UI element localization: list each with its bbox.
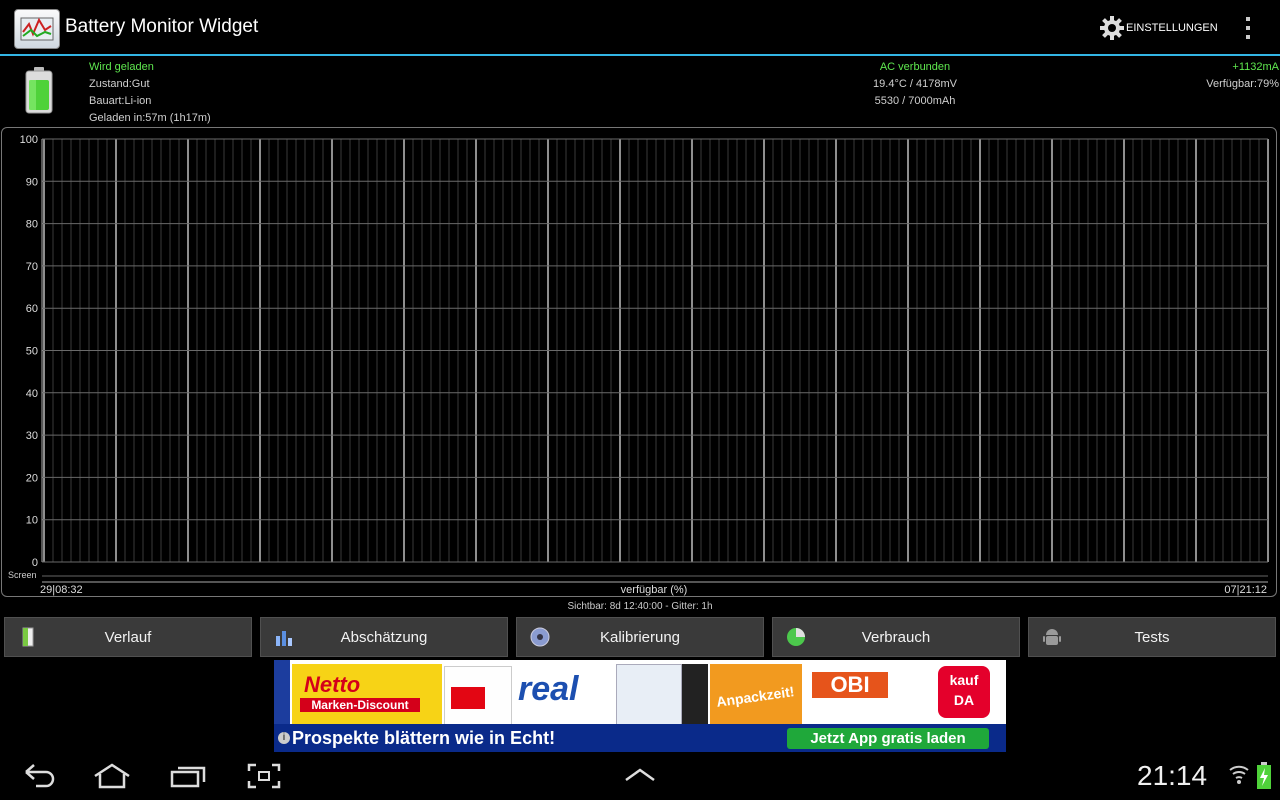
- obi-flyer: OBI: [804, 666, 902, 720]
- tab-label: Verlauf: [104, 628, 152, 646]
- app-icon[interactable]: [14, 9, 60, 49]
- tab-verlauf[interactable]: Verlauf: [4, 617, 252, 657]
- back-icon[interactable]: [22, 762, 56, 790]
- battery-chart[interactable]: 1009080706050403020100 Screen 29|08:32 v…: [0, 127, 1280, 597]
- app-title: Battery Monitor Widget: [65, 16, 259, 37]
- screenshot-icon[interactable]: [246, 762, 282, 790]
- tab-kalibrierung[interactable]: Kalibrierung: [516, 617, 764, 657]
- screen-label: Screen: [8, 570, 37, 580]
- y-tick-label: 90: [26, 176, 38, 188]
- x-end-label: 07|21:12: [1224, 584, 1267, 596]
- battery-charging-icon: [1257, 762, 1271, 789]
- y-tick-label: 20: [26, 472, 38, 484]
- tab-verbrauch[interactable]: Verbrauch: [772, 617, 1020, 657]
- disc-icon: [530, 627, 550, 647]
- chevron-up-icon[interactable]: [624, 766, 656, 782]
- netto-flyer: Netto Marken-Discount: [292, 664, 442, 726]
- y-tick-label: 30: [26, 430, 38, 442]
- chart-icon: [276, 631, 292, 646]
- wifi-icon: [1229, 765, 1249, 784]
- y-tick-label: 100: [20, 134, 38, 146]
- ad-text: Prospekte blättern wie in Echt!: [292, 728, 556, 748]
- x-start-label: 29|08:32: [40, 584, 83, 596]
- settings-button[interactable]: EINSTELLUNGEN: [1100, 14, 1218, 42]
- charging-status: Wird geladen: [89, 61, 154, 73]
- tab-abschaetzung[interactable]: Abschätzung: [260, 617, 508, 657]
- ad-info-icon[interactable]: i: [278, 732, 290, 744]
- gear-icon: [1100, 16, 1124, 40]
- tab-label: Kalibrierung: [599, 628, 681, 646]
- tab-tests[interactable]: Tests: [1028, 617, 1276, 657]
- settings-label: EINSTELLUNGEN: [1126, 22, 1218, 34]
- y-tick-label: 50: [26, 346, 38, 358]
- y-tick-label: 60: [26, 303, 38, 315]
- tab-label: Abschätzung: [340, 628, 428, 646]
- x-axis-label: verfügbar (%): [621, 584, 688, 596]
- system-nav-bar: 21:14: [0, 752, 1280, 800]
- y-tick-label: 80: [26, 219, 38, 231]
- charged-in: Geladen in:57m (1h17m): [89, 112, 211, 124]
- current-reading: +1132mA: [1232, 61, 1279, 73]
- temp-voltage: 19.4°C / 4178mV: [873, 78, 957, 90]
- y-tick-label: 10: [26, 515, 38, 527]
- kaufda-logo: kauf DA: [938, 666, 990, 718]
- overflow-menu-icon[interactable]: [1238, 14, 1258, 42]
- ad-cta-button[interactable]: Jetzt App gratis laden: [787, 728, 989, 749]
- battery-icon: [24, 66, 54, 119]
- capacity-text: 5530 / 7000mAh: [874, 95, 956, 107]
- y-tick-label: 70: [26, 261, 38, 273]
- door-icon: [22, 627, 34, 647]
- tab-label: Tests: [1134, 628, 1170, 646]
- real-flyer: real: [512, 664, 612, 726]
- home-icon[interactable]: [92, 762, 132, 790]
- ad-banner[interactable]: Netto Marken-Discount real Anpackzeit! O…: [274, 660, 1006, 752]
- anpackzeit-flyer: Anpackzeit!: [710, 664, 802, 726]
- recent-apps-icon[interactable]: [168, 762, 208, 790]
- action-bar: Battery Monitor Widget EINSTELLUNGEN: [0, 0, 1280, 56]
- tab-label: Verbrauch: [861, 628, 931, 646]
- clock: 21:14: [1137, 760, 1208, 791]
- y-tick-label: 40: [26, 388, 38, 400]
- chart-caption: Sichtbar: 8d 12:40:00 - Gitter: 1h: [567, 601, 713, 612]
- android-icon: [1043, 629, 1061, 645]
- y-tick-label: 0: [32, 557, 38, 569]
- power-source: AC verbunden: [879, 61, 951, 73]
- battery-type: Bauart:Li-ion: [89, 95, 152, 107]
- condition-text: Zustand:Gut: [89, 78, 150, 90]
- available-percent: Verfügbar:79%: [1206, 78, 1279, 90]
- pie-icon: [787, 628, 805, 646]
